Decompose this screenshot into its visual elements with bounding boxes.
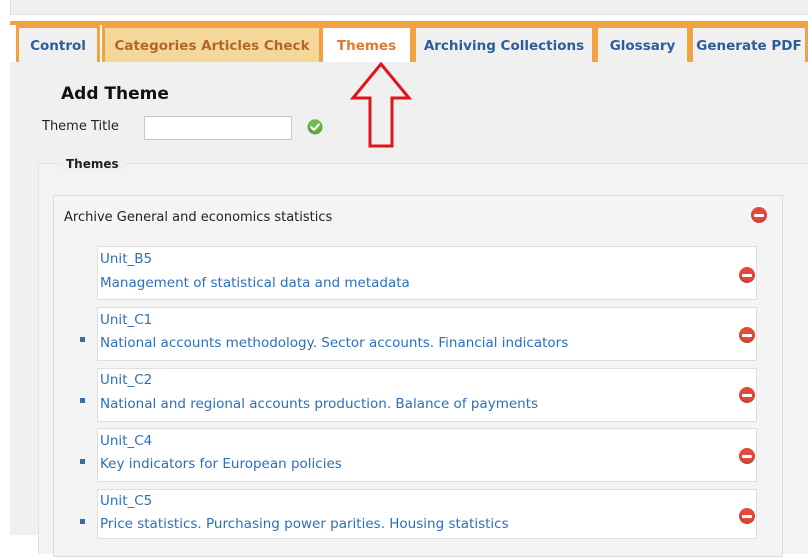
unit-description[interactable]: Price statistics. Purchasing power parit… [100,516,509,532]
add-theme-heading: Add Theme [61,84,169,104]
remove-unit-icon[interactable] [739,448,755,464]
tab-archiving-collections[interactable]: Archiving Collections [413,25,595,63]
remove-unit-icon[interactable] [739,508,755,524]
remove-unit-icon[interactable] [739,267,755,283]
list-item [97,428,757,482]
tab-themes[interactable]: Themes [320,25,413,63]
tab-generate-pdf[interactable]: Generate PDF [690,25,808,63]
list-item [97,307,757,361]
themes-legend: Themes [60,157,125,171]
unit-code[interactable]: Unit_C4 [100,433,152,449]
tab-glossary[interactable]: Glossary [595,25,690,63]
unit-description[interactable]: Management of statistical data and metad… [100,275,410,291]
remove-unit-icon[interactable] [739,327,755,343]
tab-control[interactable]: Control [16,25,100,63]
unit-code[interactable]: Unit_C2 [100,372,152,388]
bullet-icon [80,459,85,464]
theme-title-label: Theme Title [42,119,119,134]
unit-code[interactable]: Unit_C5 [100,493,152,509]
unit-description[interactable]: National and regional accounts productio… [100,396,538,412]
bullet-icon [80,519,85,524]
tab-bar: Control Categories Articles Check Themes… [10,14,808,63]
list-item [97,368,757,422]
confirm-check-icon[interactable] [307,119,323,135]
annotation-arrow-icon [350,62,412,148]
unit-code[interactable]: Unit_C1 [100,312,152,328]
list-item [97,246,757,300]
remove-unit-icon[interactable] [739,387,755,403]
remove-group-icon[interactable] [751,207,767,223]
unit-description[interactable]: National accounts methodology. Sector ac… [100,335,568,351]
bullet-icon [80,398,85,403]
bullet-icon [80,337,85,342]
unit-description[interactable]: Key indicators for European policies [100,456,342,472]
unit-code[interactable]: Unit_B5 [100,251,152,267]
theme-title-input[interactable] [144,116,292,140]
theme-group-title: Archive General and economics statistics [64,210,333,225]
tab-categories-articles-check[interactable]: Categories Articles Check [102,25,322,63]
